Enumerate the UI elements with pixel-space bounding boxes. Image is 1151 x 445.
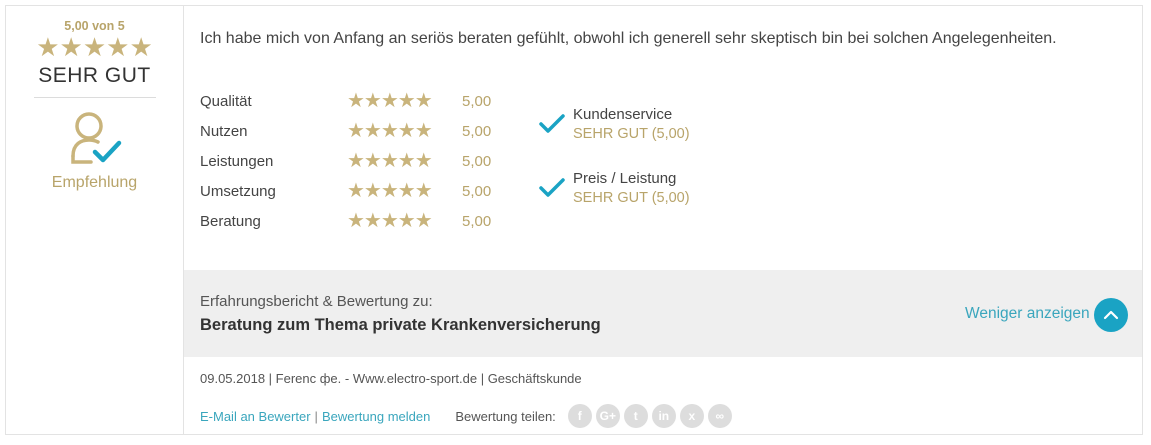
recommendation-user-check-icon	[65, 110, 125, 170]
review-detail-panel: Ich habe mich von Anfang an seriös berat…	[184, 6, 1142, 434]
rating-label: Qualität	[200, 92, 252, 110]
rating-value: 5,00	[462, 212, 492, 230]
rating-value: 5,00	[462, 92, 492, 110]
show-less-link[interactable]: Weniger anzeigen	[965, 305, 1090, 323]
email-reviewer-link[interactable]: E-Mail an Bewerter	[200, 409, 311, 424]
check-title: Preis / Leistung	[573, 170, 677, 187]
rating-row-qualitaet: Qualität ★★★★★ 5,00	[200, 86, 491, 116]
check-subtitle: SEHR GUT (5,00)	[573, 190, 690, 206]
topic-title: Beratung zum Thema private Krankenversic…	[200, 316, 601, 334]
rating-value: 5,00	[462, 122, 492, 140]
collapse-button[interactable]	[1094, 298, 1128, 332]
xing-icon[interactable]: x	[679, 404, 704, 428]
rating-row-beratung: Beratung ★★★★★ 5,00	[200, 206, 491, 236]
review-actions: E-Mail an Bewerter | Bewertung melden Be…	[200, 404, 736, 428]
rating-stars: ★★★★★	[347, 180, 433, 202]
facebook-icon[interactable]: f	[567, 404, 592, 428]
rating-row-nutzen: Nutzen ★★★★★ 5,00	[200, 116, 491, 146]
checkmark-icon	[539, 114, 565, 133]
check-subtitle: SEHR GUT (5,00)	[573, 126, 690, 142]
google-plus-icon[interactable]: G+	[595, 404, 620, 428]
rating-stars: ★★★★★	[347, 210, 433, 232]
rating-stars: ★★★★★	[347, 90, 433, 112]
twitter-icon[interactable]: t	[623, 404, 648, 428]
share-icons: f G+ t in x ∞	[567, 404, 736, 428]
topic-bar: Erfahrungsbericht & Bewertung zu: Beratu…	[184, 270, 1142, 357]
linkedin-icon[interactable]: in	[651, 404, 676, 428]
rating-value: 5,00	[462, 152, 492, 170]
score-text: 5,00 von 5	[64, 19, 125, 33]
recommendation-label: Empfehlung	[51, 174, 138, 191]
review-text: Ich habe mich von Anfang an seriös berat…	[200, 30, 1057, 47]
divider	[33, 97, 156, 98]
rating-row-umsetzung: Umsetzung ★★★★★ 5,00	[200, 176, 491, 206]
separator: |	[314, 408, 318, 424]
review-card: 5,00 von 5 ★★★★★ SEHR GUT Empfehlung Ich…	[5, 5, 1143, 435]
rating-stars: ★★★★★	[347, 150, 433, 172]
rating-stars: ★★★★★	[347, 120, 433, 142]
verdict-label: SEHR GUT	[38, 64, 151, 87]
rating-value: 5,00	[462, 182, 492, 200]
rating-label: Leistungen	[200, 152, 274, 170]
checkmark-icon	[539, 178, 565, 197]
rating-label: Nutzen	[200, 122, 248, 140]
rating-label: Umsetzung	[200, 182, 276, 200]
overall-stars: ★★★★★	[36, 32, 153, 62]
ratings-list: Qualität ★★★★★ 5,00 Nutzen ★★★★★ 5,00 Le…	[200, 86, 491, 236]
link-icon[interactable]: ∞	[707, 404, 732, 428]
report-review-link[interactable]: Bewertung melden	[322, 409, 430, 424]
topic-pre-label: Erfahrungsbericht & Bewertung zu:	[200, 293, 433, 310]
rating-row-leistungen: Leistungen ★★★★★ 5,00	[200, 146, 491, 176]
review-meta: 09.05.2018 | Ferenc фе. - Www.electro-sp…	[200, 371, 582, 386]
chevron-up-icon	[1103, 310, 1119, 320]
review-summary-panel: 5,00 von 5 ★★★★★ SEHR GUT Empfehlung	[6, 6, 184, 434]
check-title: Kundenservice	[573, 106, 673, 123]
rating-label: Beratung	[200, 212, 261, 230]
share-label: Bewertung teilen:	[455, 408, 556, 424]
